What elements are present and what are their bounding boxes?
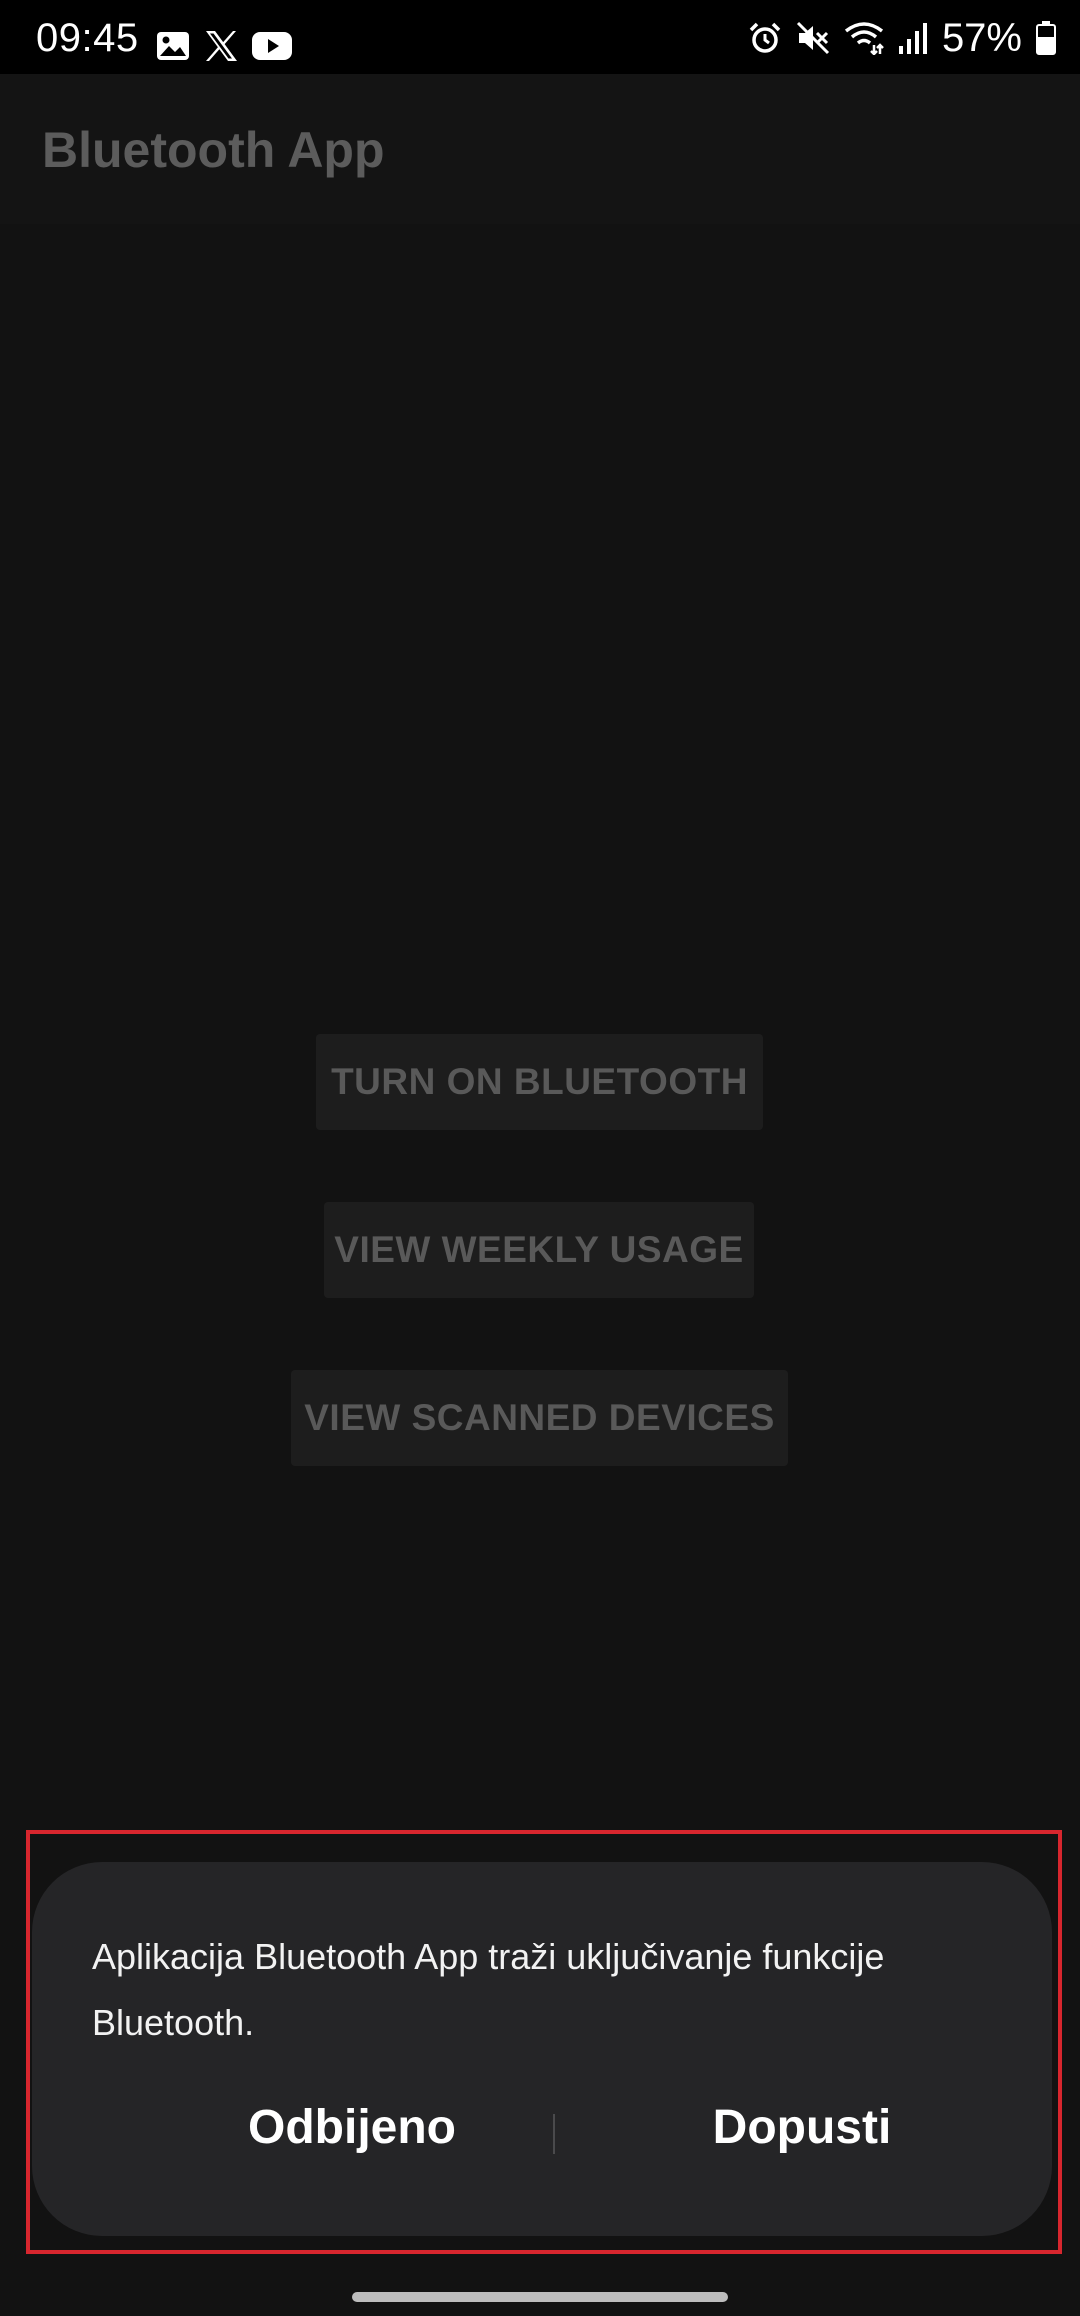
youtube-icon	[252, 32, 292, 60]
app-bar: Bluetooth App	[0, 74, 1080, 224]
view-weekly-usage-button[interactable]: VIEW WEEKLY USAGE	[324, 1202, 754, 1298]
mute-icon	[796, 21, 829, 55]
gallery-icon	[157, 32, 189, 60]
app-title: Bluetooth App	[42, 122, 385, 178]
navigation-handle[interactable]	[352, 2292, 728, 2302]
view-scanned-devices-button[interactable]: VIEW SCANNED DEVICES	[291, 1370, 788, 1466]
screen: 09:45 57% Bluetooth App TURN ON BLUETOOT…	[0, 0, 1080, 2316]
alarm-icon	[749, 22, 781, 53]
status-bar: 09:45 57%	[0, 0, 1080, 74]
wifi-icon	[844, 22, 884, 55]
turn-on-bluetooth-button[interactable]: TURN ON BLUETOOTH	[316, 1034, 763, 1130]
system-icons: 57%	[748, 18, 1056, 58]
highlight-box	[26, 1830, 1062, 2254]
notification-icons	[156, 26, 292, 66]
x-icon	[206, 31, 237, 61]
signal-icon	[898, 23, 927, 54]
battery-icon	[1036, 21, 1056, 55]
battery-percent: 57%	[941, 16, 1022, 60]
status-time: 09:45	[36, 16, 139, 60]
